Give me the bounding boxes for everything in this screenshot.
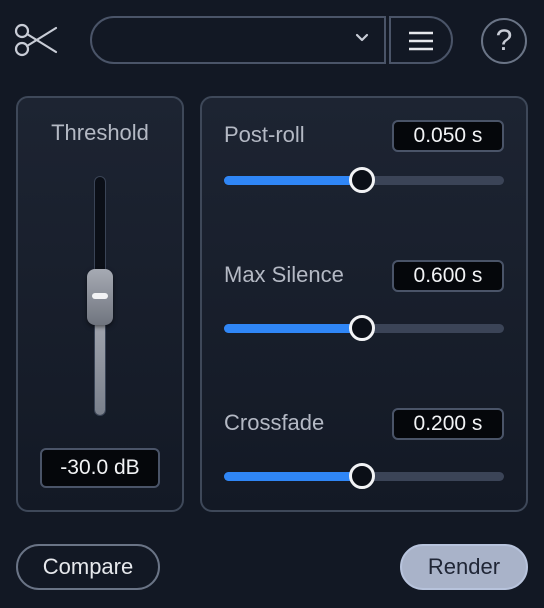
post-roll-value-field[interactable]: 0.050 s xyxy=(392,120,504,152)
hamburger-menu-icon xyxy=(409,31,433,51)
crossfade-label: Crossfade xyxy=(224,410,325,435)
preset-dropdown[interactable] xyxy=(90,16,386,64)
chevron-down-icon xyxy=(354,30,370,46)
threshold-value-field[interactable]: -30.0 dB xyxy=(40,448,160,488)
crossfade-slider-fill xyxy=(224,472,363,481)
post-roll-slider-knob[interactable] xyxy=(349,167,375,193)
help-button[interactable]: ? xyxy=(481,18,527,64)
crossfade-value-field[interactable]: 0.200 s xyxy=(392,408,504,440)
max-silence-label: Max Silence xyxy=(224,262,344,287)
max-silence-slider-fill xyxy=(224,324,363,333)
scissors-icon xyxy=(14,22,58,58)
threshold-label: Threshold xyxy=(51,120,149,145)
compare-button[interactable]: Compare xyxy=(16,544,160,590)
menu-button[interactable] xyxy=(389,16,453,64)
post-roll-label: Post-roll xyxy=(224,122,305,147)
parameters-panel xyxy=(200,96,528,512)
render-button[interactable]: Render xyxy=(400,544,528,590)
max-silence-slider-knob[interactable] xyxy=(349,315,375,341)
handle-grip xyxy=(92,293,108,299)
max-silence-value-field[interactable]: 0.600 s xyxy=(392,260,504,292)
threshold-slider-handle[interactable] xyxy=(87,269,113,325)
crossfade-slider-knob[interactable] xyxy=(349,463,375,489)
post-roll-slider-fill xyxy=(224,176,363,185)
